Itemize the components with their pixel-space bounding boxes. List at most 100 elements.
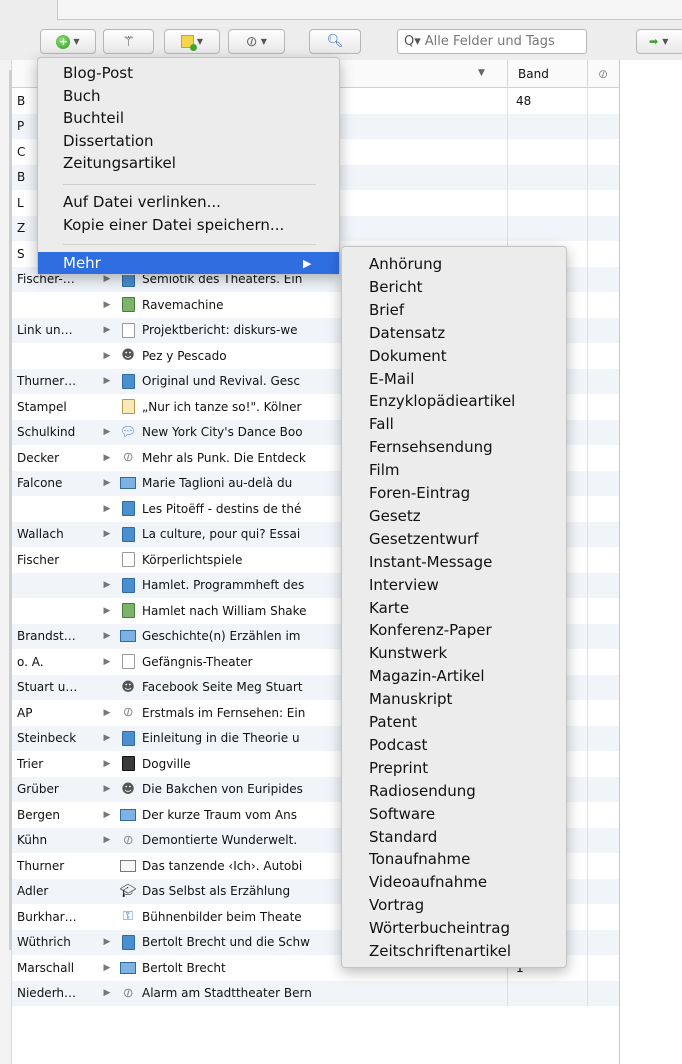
menu-item-dissertation[interactable]: Dissertation [63, 130, 154, 152]
book-icon [121, 373, 135, 389]
submenu-item[interactable]: Interview [369, 574, 439, 596]
submenu-item[interactable]: E-Mail [369, 368, 414, 390]
book-icon [121, 934, 135, 950]
expand-triangle-icon[interactable]: ▶ [98, 963, 116, 973]
expand-triangle-icon[interactable]: ▶ [98, 733, 116, 743]
expand-triangle-icon[interactable]: ▶ [98, 937, 116, 947]
cell-item-type [116, 808, 140, 821]
table-row[interactable]: Niederh… ▶ ⊘ Alarm am Stadttheater Bern [12, 980, 619, 1006]
book-icon [121, 730, 135, 746]
cell-attachments [587, 190, 619, 216]
submenu-item[interactable]: Manuskript [369, 688, 452, 710]
cell-creator: Stuart u… [17, 680, 78, 695]
cell-band: 48 [507, 88, 587, 114]
expand-triangle-icon[interactable]: ▶ [98, 376, 116, 386]
expand-triangle-icon[interactable]: ▶ [98, 988, 116, 998]
expand-triangle-icon[interactable]: ▶ [98, 631, 116, 641]
cell-attachments [587, 649, 619, 675]
new-item-button[interactable]: + ▼ [40, 29, 96, 54]
submenu-item[interactable]: Preprint [369, 757, 428, 779]
person-icon: ☻ [121, 679, 135, 695]
menu-item-mehr[interactable]: Mehr ▶ [38, 252, 339, 274]
submenu-item[interactable]: Bericht [369, 276, 423, 298]
cell-item-type: ⚿ [116, 909, 140, 924]
locate-button[interactable]: ➡ ▼ [636, 29, 682, 54]
submenu-item[interactable]: Videoaufnahme [369, 871, 487, 893]
sort-caret-icon[interactable]: ▼ [478, 68, 485, 78]
menu-item-blog-post[interactable]: Blog-Post [63, 62, 133, 84]
submenu-item[interactable]: Kunstwerk [369, 642, 447, 664]
expand-triangle-icon[interactable]: ▶ [98, 759, 116, 769]
submenu-item[interactable]: Patent [369, 711, 417, 733]
submenu-item[interactable]: Gesetzentwurf [369, 528, 479, 550]
submenu-item[interactable]: Magazin-Artikel [369, 665, 485, 687]
submenu-item[interactable]: Fall [369, 413, 394, 435]
submenu-item[interactable]: Standard [369, 826, 437, 848]
expand-triangle-icon[interactable]: ▶ [98, 580, 116, 590]
column-header-attachments[interactable]: ⊘ [587, 60, 619, 88]
submenu-item[interactable]: Film [369, 459, 399, 481]
submenu-item[interactable]: Software [369, 803, 435, 825]
submenu-item[interactable]: Gesetz [369, 505, 421, 527]
cell-attachments [587, 955, 619, 981]
cell-item-type: 💬︎ [116, 425, 140, 440]
expand-triangle-icon[interactable]: ▶ [98, 325, 116, 335]
column-header-band[interactable]: Band [507, 60, 587, 88]
edited-book-icon [120, 477, 136, 490]
cell-creator: Link un… [17, 323, 73, 338]
expand-triangle-icon[interactable]: ▶ [98, 427, 116, 437]
cell-attachments [587, 394, 619, 420]
submenu-item[interactable]: Karte [369, 597, 409, 619]
expand-triangle-icon[interactable]: ▶ [98, 351, 116, 361]
expand-triangle-icon[interactable]: ▶ [98, 478, 116, 488]
cell-creator: Thurner [17, 858, 65, 873]
search-input[interactable]: Q▾ Alle Felder und Tags [397, 29, 587, 54]
cell-attachments [587, 470, 619, 496]
submenu-item[interactable]: Instant-Message [369, 551, 492, 573]
cell-attachments [587, 241, 619, 267]
expand-triangle-icon[interactable]: ▶ [98, 657, 116, 667]
menu-item-link-file[interactable]: Auf Datei verlinken... [63, 191, 221, 213]
submenu-item[interactable]: Datensatz [369, 322, 445, 344]
cell-attachments [587, 776, 619, 802]
cell-attachments [587, 88, 619, 114]
submenu-item[interactable]: Anhörung [369, 253, 442, 275]
menu-item-store-file-copy[interactable]: Kopie einer Datei speichern... [63, 214, 284, 236]
submenu-item[interactable]: Brief [369, 299, 404, 321]
expand-triangle-icon[interactable]: ▶ [98, 784, 116, 794]
expand-triangle-icon[interactable]: ▶ [98, 708, 116, 718]
add-attachment-button[interactable]: ⊘ ▼ [228, 29, 285, 54]
submenu-item[interactable]: Vortrag [369, 894, 424, 916]
cell-creator: o. A. [17, 654, 44, 669]
expand-triangle-icon[interactable]: ▶ [98, 606, 116, 616]
add-by-identifier-button[interactable]: ⚚ [103, 29, 154, 54]
cell-item-type [116, 730, 140, 746]
submenu-item[interactable]: Wörterbucheintrag [369, 917, 510, 939]
menu-item-zeitungsartikel[interactable]: Zeitungsartikel [63, 152, 176, 174]
submenu-item[interactable]: Radiosendung [369, 780, 476, 802]
submenu-item[interactable]: Dokument [369, 345, 447, 367]
submenu-item[interactable]: Zeitschriftenartikel [369, 940, 511, 962]
expand-triangle-icon[interactable]: ▶ [98, 453, 116, 463]
cell-band [507, 139, 587, 165]
cell-item-type [116, 934, 140, 950]
expand-triangle-icon[interactable]: ▶ [98, 810, 116, 820]
cell-item-type: ⊘ [116, 984, 140, 1002]
menu-item-buch[interactable]: Buch [63, 85, 101, 107]
submenu-item[interactable]: Konferenz-Paper [369, 619, 492, 641]
expand-triangle-icon[interactable]: ▶ [98, 504, 116, 514]
document-icon [121, 552, 135, 568]
cell-attachments [587, 853, 619, 879]
expand-triangle-icon[interactable]: ▶ [98, 529, 116, 539]
submenu-item[interactable]: Fernsehsendung [369, 436, 493, 458]
expand-triangle-icon[interactable]: ▶ [98, 300, 116, 310]
submenu-item[interactable]: Tonaufnahme [369, 848, 470, 870]
expand-triangle-icon[interactable]: ▶ [98, 835, 116, 845]
menu-item-buchteil[interactable]: Buchteil [63, 107, 124, 129]
submenu-item[interactable]: Foren-Eintrag [369, 482, 470, 504]
expand-triangle-icon[interactable]: ▶ [98, 274, 116, 284]
submenu-item[interactable]: Podcast [369, 734, 427, 756]
advanced-search-button[interactable]: 🔍︎ [309, 29, 361, 54]
submenu-item[interactable]: Enzyklopädieartikel [369, 390, 515, 412]
new-note-button[interactable]: ▼ [164, 29, 220, 54]
